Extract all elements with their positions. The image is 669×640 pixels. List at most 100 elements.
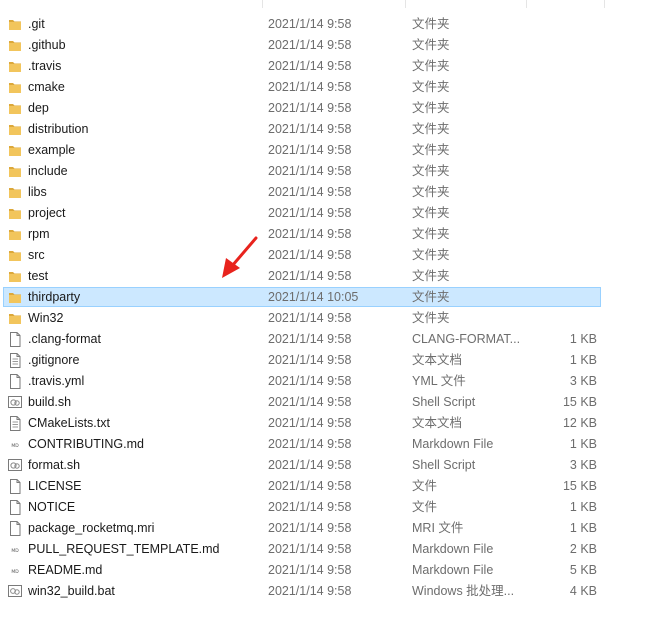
file-size: 1 KB: [569, 353, 597, 367]
file-name: .git: [28, 17, 45, 31]
file-type: 文件夹: [412, 122, 450, 136]
file-row[interactable]: cmake 2021/1/14 9:58 文件夹: [0, 77, 669, 98]
file-row[interactable]: .travis 2021/1/14 9:58 文件夹: [0, 56, 669, 77]
file-row[interactable]: .clang-format 2021/1/14 9:58 CLANG-FORMAT.…: [0, 329, 669, 350]
blank-file-icon: [8, 332, 22, 347]
file-type: 文件夹: [412, 311, 450, 325]
file-modified-date: 2021/1/14 9:58: [268, 500, 352, 514]
file-row[interactable]: .travis.yml 2021/1/14 9:58 YML 文件 3 KB: [0, 371, 669, 392]
file-size: 1 KB: [569, 437, 597, 451]
file-name: include: [28, 164, 68, 178]
file-row[interactable]: .gitignore 2021/1/14 9:58 文本文档 1 KB: [0, 350, 669, 371]
column-separator[interactable]: [405, 0, 406, 8]
file-row[interactable]: MD PULL_REQUEST_TEMPLATE.md 2021/1/14 9:58…: [0, 539, 669, 560]
folder-icon: [8, 143, 22, 158]
file-modified-date: 2021/1/14 9:58: [268, 542, 352, 556]
file-type: Windows 批处理...: [412, 584, 515, 598]
file-row[interactable]: LICENSE 2021/1/14 9:58 文件 15 KB: [0, 476, 669, 497]
file-row[interactable]: example 2021/1/14 9:58 文件夹: [0, 140, 669, 161]
file-name: PULL_REQUEST_TEMPLATE.md: [28, 542, 220, 556]
file-modified-date: 2021/1/14 9:58: [268, 38, 352, 52]
file-type: 文件夹: [412, 101, 450, 115]
file-row[interactable]: package_rocketmq.mri 2021/1/14 9:58 MRI 文件…: [0, 518, 669, 539]
file-type: 文本文档: [412, 353, 463, 367]
file-name: distribution: [28, 122, 89, 136]
file-name: src: [28, 248, 45, 262]
file-row[interactable]: .git 2021/1/14 9:58 文件夹: [0, 14, 669, 35]
file-modified-date: 2021/1/14 9:58: [268, 185, 352, 199]
file-type: 文件: [412, 500, 438, 514]
file-modified-date: 2021/1/14 9:58: [268, 143, 352, 157]
file-type: Markdown File: [412, 437, 494, 451]
file-row[interactable]: Win32 2021/1/14 9:58 文件夹: [0, 308, 669, 329]
file-type: 文本文档: [412, 416, 463, 430]
markdown-file-icon: MD: [8, 542, 22, 557]
file-row[interactable]: NOTICE 2021/1/14 9:58 文件 1 KB: [0, 497, 669, 518]
file-row[interactable]: format.sh 2021/1/14 9:58 Shell Script 3 KB: [0, 455, 669, 476]
file-size: 1 KB: [569, 332, 597, 346]
file-type: 文件夹: [412, 164, 450, 178]
text-file-icon: [8, 416, 22, 431]
file-row[interactable]: project 2021/1/14 9:58 文件夹: [0, 203, 669, 224]
file-row[interactable]: .github 2021/1/14 9:58 文件夹: [0, 35, 669, 56]
file-row[interactable]: rpm 2021/1/14 9:58 文件夹: [0, 224, 669, 245]
file-name: .github: [28, 38, 66, 52]
file-name: format.sh: [28, 458, 81, 472]
folder-icon: [8, 101, 22, 116]
file-size: 2 KB: [569, 542, 597, 556]
file-name: project: [28, 206, 66, 220]
file-type: 文件夹: [412, 38, 450, 52]
file-row[interactable]: include 2021/1/14 9:58 文件夹: [0, 161, 669, 182]
column-separator[interactable]: [262, 0, 263, 8]
blank-file-icon: [8, 374, 22, 389]
file-size: 5 KB: [569, 563, 597, 577]
file-row[interactable]: src 2021/1/14 9:58 文件夹: [0, 245, 669, 266]
file-modified-date: 2021/1/14 9:58: [268, 17, 352, 31]
file-name: build.sh: [28, 395, 72, 409]
folder-icon: [8, 227, 22, 242]
file-row[interactable]: dep 2021/1/14 9:58 文件夹: [0, 98, 669, 119]
file-size: 15 KB: [562, 479, 597, 493]
column-separator[interactable]: [526, 0, 527, 8]
file-modified-date: 2021/1/14 9:58: [268, 437, 352, 451]
file-size: 3 KB: [569, 374, 597, 388]
column-separator[interactable]: [604, 0, 605, 8]
blank-file-icon: [8, 521, 22, 536]
file-modified-date: 2021/1/14 9:58: [268, 80, 352, 94]
file-row[interactable]: CMakeLists.txt 2021/1/14 9:58 文本文档 12 KB: [0, 413, 669, 434]
file-type: 文件夹: [412, 17, 450, 31]
script-file-icon: [8, 395, 22, 410]
file-row[interactable]: libs 2021/1/14 9:58 文件夹: [0, 182, 669, 203]
file-modified-date: 2021/1/14 9:58: [268, 311, 352, 325]
file-modified-date: 2021/1/14 9:58: [268, 59, 352, 73]
file-modified-date: 2021/1/14 9:58: [268, 395, 352, 409]
file-modified-date: 2021/1/14 9:58: [268, 416, 352, 430]
file-modified-date: 2021/1/14 9:58: [268, 269, 352, 283]
file-row[interactable]: test 2021/1/14 9:58 文件夹: [0, 266, 669, 287]
file-row[interactable]: MD CONTRIBUTING.md 2021/1/14 9:58 Markdown …: [0, 434, 669, 455]
svg-text:MD: MD: [11, 548, 19, 554]
folder-icon: [8, 122, 22, 137]
file-row[interactable]: distribution 2021/1/14 9:58 文件夹: [0, 119, 669, 140]
file-modified-date: 2021/1/14 9:58: [268, 458, 352, 472]
file-row[interactable]: win32_build.bat 2021/1/14 9:58 Windows 批处理…: [0, 581, 669, 602]
file-type: 文件夹: [412, 248, 450, 262]
file-type: 文件夹: [412, 269, 450, 283]
file-name: Win32: [28, 311, 64, 325]
file-type: Shell Script: [412, 458, 476, 472]
file-row[interactable]: thirdparty 2021/1/14 10:05 文件夹: [0, 287, 669, 308]
file-modified-date: 2021/1/14 9:58: [268, 122, 352, 136]
file-row[interactable]: MD README.md 2021/1/14 9:58 Markdown File 5 …: [0, 560, 669, 581]
folder-icon: [8, 185, 22, 200]
file-row[interactable]: build.sh 2021/1/14 9:58 Shell Script 15 KB: [0, 392, 669, 413]
file-size: 15 KB: [562, 395, 597, 409]
folder-icon: [8, 59, 22, 74]
folder-icon: [8, 164, 22, 179]
file-type: YML 文件: [412, 374, 466, 388]
file-name: dep: [28, 101, 49, 115]
svg-text:MD: MD: [11, 569, 19, 575]
file-size: 1 KB: [569, 521, 597, 535]
file-name: thirdparty: [28, 290, 81, 304]
folder-icon: [8, 206, 22, 221]
file-modified-date: 2021/1/14 9:58: [268, 332, 352, 346]
